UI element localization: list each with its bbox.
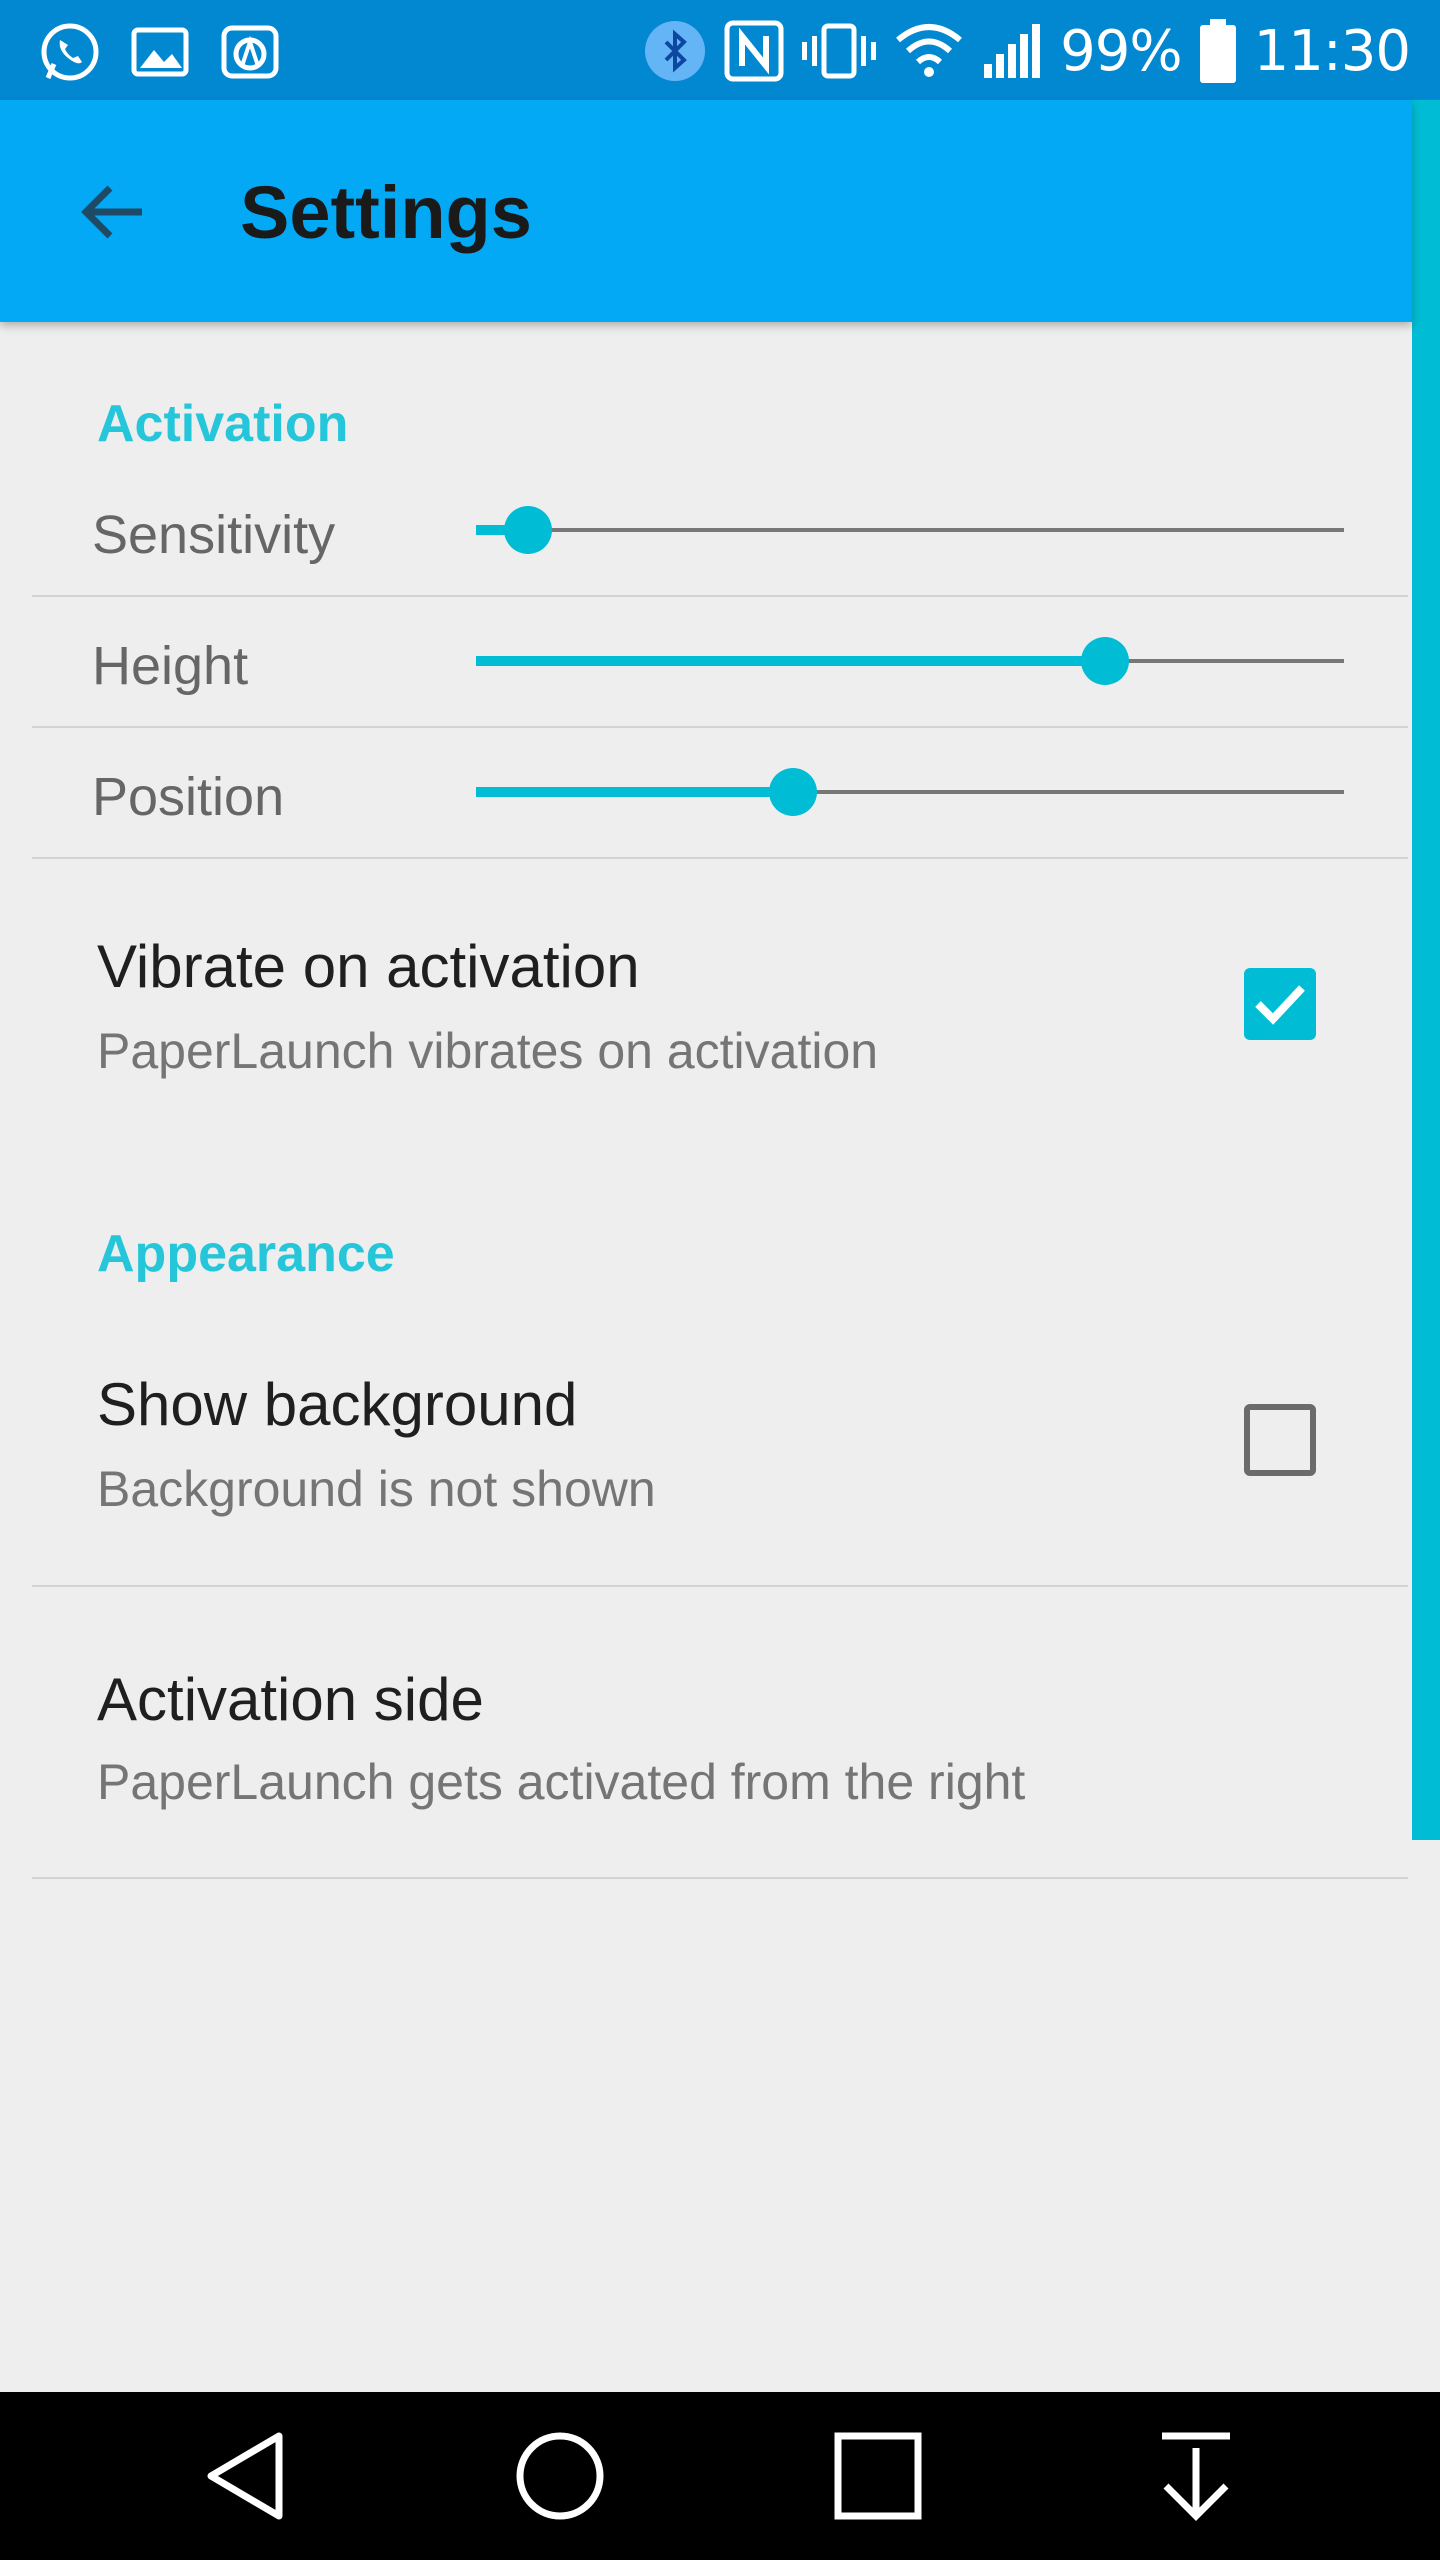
- pref-title: Vibrate on activation: [97, 933, 640, 1000]
- edge-activation-strip: [1412, 100, 1440, 1840]
- slider-label: Sensitivity: [92, 505, 336, 565]
- back-triangle-icon: [207, 2432, 283, 2520]
- checkmark-icon: [1255, 985, 1305, 1025]
- nav-home-button[interactable]: [500, 2416, 620, 2536]
- section-header-activation: Activation: [97, 395, 349, 453]
- section-header-appearance: Appearance: [97, 1225, 395, 1283]
- clock: 11:30: [1253, 18, 1411, 84]
- recents-square-icon: [834, 2432, 922, 2520]
- pref-summary: PaperLaunch vibrates on activation: [97, 1023, 879, 1079]
- sensitivity-slider[interactable]: [476, 506, 1344, 554]
- battery-icon: [1199, 19, 1236, 83]
- slider-row-height: Height: [32, 597, 1408, 728]
- show-background-checkbox[interactable]: [1244, 1404, 1316, 1476]
- slider-thumb[interactable]: [768, 768, 817, 816]
- nav-recents-button[interactable]: [818, 2416, 938, 2536]
- activation-side-preference[interactable]: Activation side PaperLaunch gets activat…: [32, 1587, 1408, 1877]
- app-bar: Settings: [0, 100, 1412, 322]
- slider-thumb[interactable]: [504, 506, 553, 554]
- bluetooth-icon: [645, 21, 706, 81]
- battery-percent: 99%: [1060, 18, 1182, 84]
- height-slider[interactable]: [476, 637, 1344, 685]
- app-notification-icon: [221, 25, 279, 79]
- home-circle-icon: [516, 2432, 604, 2520]
- page-title: Settings: [240, 171, 532, 254]
- slider-label: Position: [92, 767, 285, 827]
- pref-summary: Background is not shown: [97, 1461, 656, 1517]
- divider: [32, 1877, 1408, 1879]
- position-slider[interactable]: [476, 768, 1344, 816]
- vibrate-icon: [802, 23, 877, 79]
- whatsapp-icon: [41, 23, 99, 81]
- pref-title: Show background: [97, 1371, 578, 1438]
- slider-fill: [476, 656, 1106, 666]
- arrow-back-icon: [81, 185, 142, 239]
- signal-icon: [984, 24, 1041, 78]
- pref-title: Activation side: [97, 1666, 484, 1733]
- slider-thumb[interactable]: [1081, 637, 1130, 685]
- nav-back-button[interactable]: [186, 2416, 306, 2536]
- status-bar: 99% 11:30: [0, 0, 1440, 100]
- pref-summary: PaperLaunch gets activated from the righ…: [97, 1754, 1026, 1810]
- back-button[interactable]: [60, 160, 164, 264]
- vibrate-checkbox[interactable]: [1244, 968, 1316, 1040]
- slider-label: Height: [92, 636, 249, 696]
- navigation-bar: [0, 2392, 1440, 2560]
- system-status: 99% 11:30: [644, 16, 1411, 86]
- vibrate-preference[interactable]: Vibrate on activation PaperLaunch vibrat…: [32, 860, 1408, 1110]
- slider-fill: [476, 787, 793, 797]
- show-background-preference[interactable]: Show background Background is not shown: [32, 1320, 1408, 1586]
- wifi-icon: [896, 24, 963, 77]
- notification-icons: [38, 20, 282, 84]
- notification-pulldown-icon: [1162, 2432, 1230, 2521]
- slider-row-position: Position: [32, 728, 1408, 859]
- slider-row-sensitivity: Sensitivity: [32, 466, 1408, 597]
- nav-notification-button[interactable]: [1136, 2416, 1256, 2536]
- gallery-icon: [131, 27, 189, 77]
- nfc-icon: [724, 20, 784, 82]
